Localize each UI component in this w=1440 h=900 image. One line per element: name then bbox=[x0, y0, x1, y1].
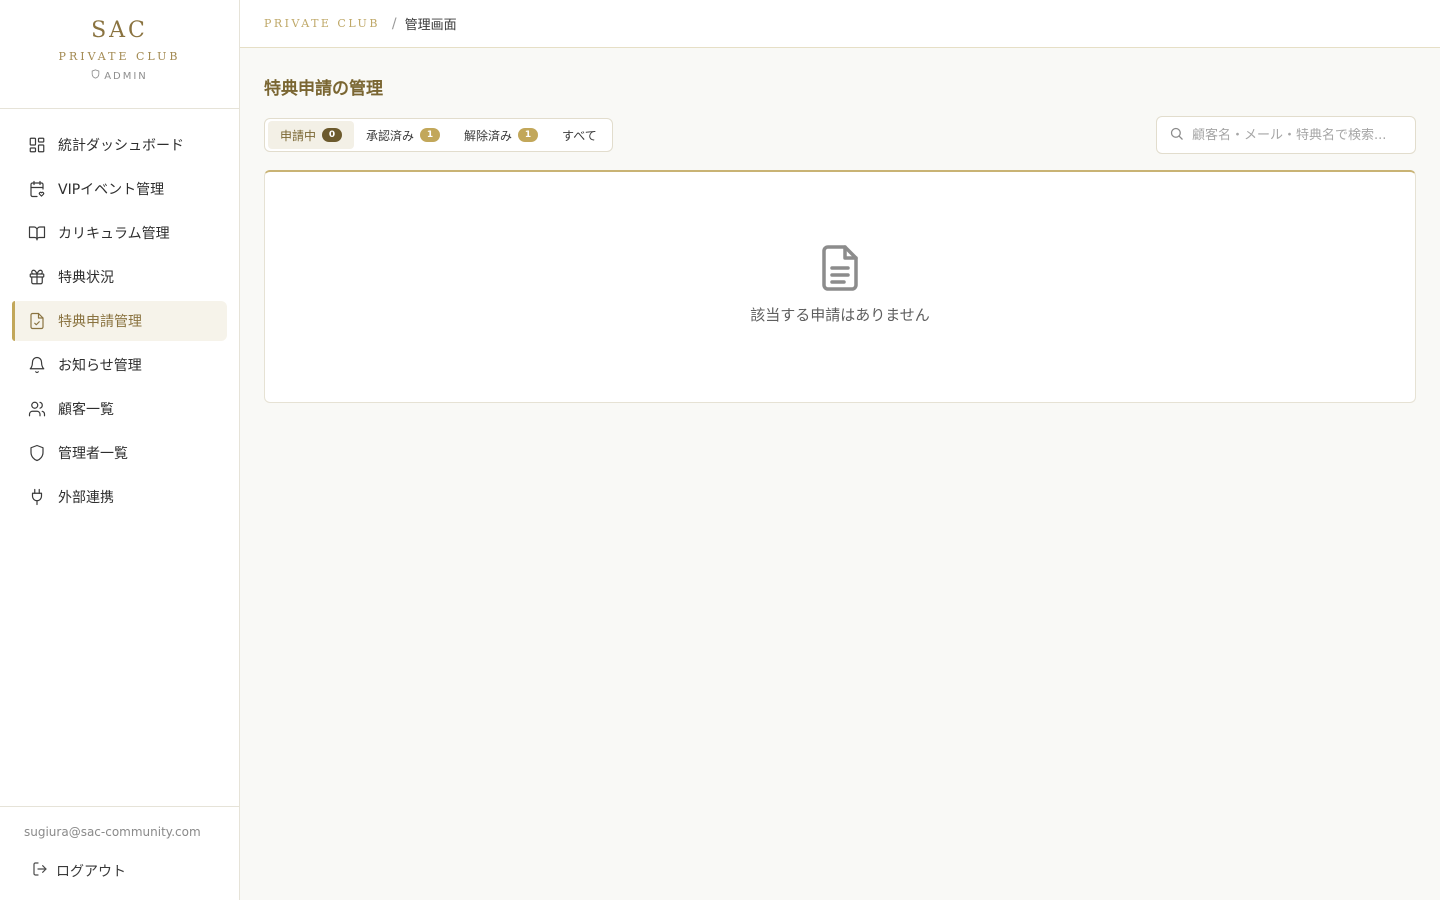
breadcrumb-current: 管理画面 bbox=[404, 18, 457, 33]
brand: SAC PRIVATE CLUB ADMIN bbox=[0, 0, 239, 109]
sidebar-item-label: 統計ダッシュボード bbox=[58, 138, 184, 154]
admin-badge: ADMIN bbox=[0, 69, 239, 84]
empty-state: 該当する申請はありません bbox=[265, 244, 1415, 325]
breadcrumb-club[interactable]: PRIVATE CLUB bbox=[264, 17, 380, 30]
breadcrumb-separator: / bbox=[391, 15, 397, 32]
sidebar-item-label: 管理者一覧 bbox=[58, 446, 128, 462]
sidebar-item-integrations[interactable]: 外部連携 bbox=[12, 477, 227, 517]
sidebar-item-label: 顧客一覧 bbox=[58, 402, 114, 418]
user-email: sugiura@sac-community.com bbox=[24, 825, 201, 839]
tab-label: すべて bbox=[562, 128, 597, 143]
sidebar-item-label: 特典申請管理 bbox=[58, 314, 142, 330]
sidebar-item-notices[interactable]: お知らせ管理 bbox=[12, 345, 227, 385]
tab-approved[interactable]: 承認済み 1 bbox=[354, 121, 452, 149]
sidebar-footer: sugiura@sac-community.com ログアウト bbox=[0, 806, 239, 900]
search-input[interactable] bbox=[1192, 127, 1407, 143]
sidebar-item-label: 特典状況 bbox=[58, 270, 114, 286]
admin-label: ADMIN bbox=[104, 70, 148, 82]
sidebar-item-label: 外部連携 bbox=[58, 490, 114, 506]
sidebar-item-admins[interactable]: 管理者一覧 bbox=[12, 433, 227, 473]
users-icon bbox=[28, 400, 46, 418]
bell-icon bbox=[28, 356, 46, 374]
tab-label: 申請中 bbox=[280, 128, 317, 143]
gift-icon bbox=[28, 268, 46, 286]
sidebar-item-benefit-requests[interactable]: 特典申請管理 bbox=[12, 301, 227, 341]
document-icon bbox=[820, 245, 860, 296]
sidebar-item-dashboard[interactable]: 統計ダッシュボード bbox=[12, 125, 227, 165]
sidebar-item-benefits-status[interactable]: 特典状況 bbox=[12, 257, 227, 297]
plug-icon bbox=[28, 488, 46, 506]
sidebar-item-label: カリキュラム管理 bbox=[58, 226, 170, 242]
tab-label: 承認済み bbox=[366, 128, 415, 143]
tab-released[interactable]: 解除済み 1 bbox=[452, 121, 550, 149]
empty-message: 該当する申請はありません bbox=[750, 306, 930, 324]
logout-label: ログアウト bbox=[56, 864, 126, 880]
search-box bbox=[1156, 116, 1416, 154]
main-content: 特典申請の管理 申請中 0 承認済み 1 解除済み 1 すべて 該当する申請はあ… bbox=[240, 48, 1440, 900]
tab-all[interactable]: すべて bbox=[550, 121, 609, 149]
tab-label: 解除済み bbox=[464, 128, 513, 143]
logout-icon bbox=[32, 861, 48, 881]
count-badge: 1 bbox=[518, 128, 539, 142]
sidebar-item-customers[interactable]: 顧客一覧 bbox=[12, 389, 227, 429]
sidebar-item-label: お知らせ管理 bbox=[58, 358, 142, 374]
search-icon bbox=[1169, 126, 1184, 145]
file-check-icon bbox=[28, 312, 46, 330]
breadcrumb: PRIVATE CLUB / 管理画面 bbox=[240, 0, 1440, 48]
shield-icon bbox=[91, 69, 100, 84]
status-tabs: 申請中 0 承認済み 1 解除済み 1 すべて bbox=[264, 118, 613, 152]
sidebar-item-label: VIPイベント管理 bbox=[58, 182, 165, 198]
brand-title: SAC bbox=[91, 18, 148, 43]
book-open-icon bbox=[28, 224, 46, 242]
sidebar-item-curriculum[interactable]: カリキュラム管理 bbox=[12, 213, 227, 253]
brand-subtitle: PRIVATE CLUB bbox=[58, 50, 181, 63]
count-badge: 1 bbox=[420, 128, 441, 142]
sidebar: SAC PRIVATE CLUB ADMIN 統計ダッシュボード VIPイベント… bbox=[0, 0, 240, 900]
sidebar-item-vip-events[interactable]: VIPイベント管理 bbox=[12, 169, 227, 209]
logout-button[interactable]: ログアウト bbox=[24, 861, 215, 881]
page-title: 特典申請の管理 bbox=[264, 79, 383, 99]
dashboard-icon bbox=[28, 136, 46, 154]
shield-icon bbox=[28, 444, 46, 462]
tab-pending[interactable]: 申請中 0 bbox=[268, 121, 355, 149]
count-badge: 0 bbox=[322, 128, 343, 142]
calendar-heart-icon bbox=[28, 180, 46, 198]
sidebar-nav: 統計ダッシュボード VIPイベント管理 カリキュラム管理 特典状況 特典申請管理 bbox=[0, 109, 239, 517]
requests-panel: 該当する申請はありません bbox=[264, 170, 1416, 403]
